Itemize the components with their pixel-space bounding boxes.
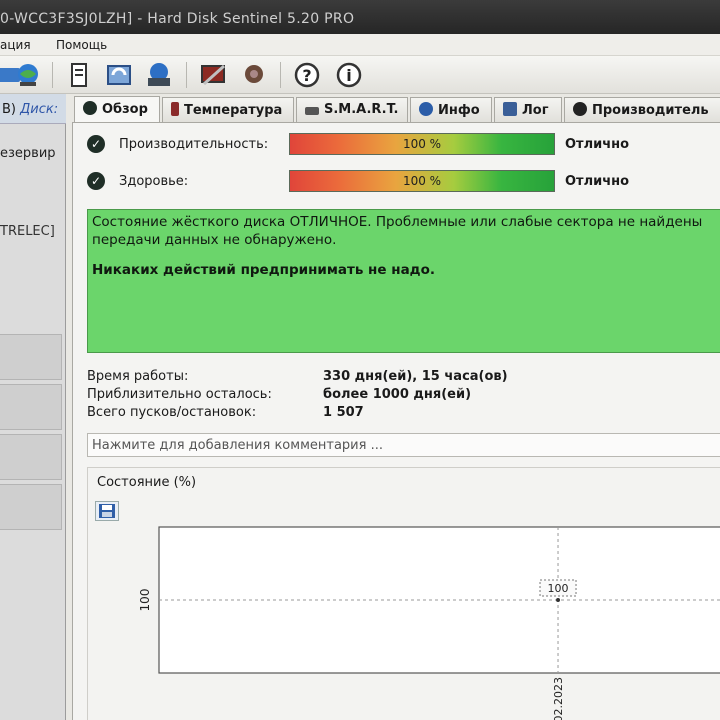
- help-icon[interactable]: ?: [292, 60, 322, 90]
- tab-performance-label: Производитель: [592, 103, 709, 118]
- health-bar: 100 %: [289, 170, 555, 192]
- uptime-label: Время работы:: [87, 369, 189, 384]
- comment-input[interactable]: Нажмите для добавления комментария ...: [87, 433, 720, 457]
- tab-bar: Обзор Температура S.M.A.R.T. Инфо Лог Пр…: [72, 96, 720, 123]
- globe-icon[interactable]: [14, 60, 44, 90]
- disk-list-item[interactable]: [0, 384, 62, 430]
- report-icon[interactable]: [64, 60, 94, 90]
- tab-smart[interactable]: S.M.A.R.T.: [296, 97, 408, 122]
- disk-list-prefix: B): [2, 102, 16, 117]
- disk-list-panel: B) Диск: езервир TRELEC]: [0, 94, 66, 720]
- chart-x-tick-label: 02.2023: [552, 677, 565, 720]
- disk-list-item[interactable]: [0, 484, 62, 530]
- health-label: Здоровье:: [119, 174, 189, 189]
- tab-performance[interactable]: Производитель: [564, 97, 720, 122]
- refresh-icon[interactable]: [104, 60, 134, 90]
- window-title-bar: 0-WCC3F3SJ0LZH] - Hard Disk Sentinel 5.2…: [0, 0, 720, 34]
- tab-temperature[interactable]: Температура: [162, 97, 294, 122]
- status-message-box: Состояние жёсткого диска ОТЛИЧНОЕ. Пробл…: [87, 209, 720, 353]
- health-check-icon: ✓: [87, 172, 105, 190]
- disk-model-label: TRELEC]: [0, 224, 55, 239]
- menu-item-help[interactable]: Помощь: [56, 38, 107, 52]
- uptime-value: 330 дня(ей), 15 часа(ов): [323, 369, 508, 384]
- disk-list-header[interactable]: B) Диск:: [0, 94, 66, 124]
- tab-log-label: Лог: [522, 103, 549, 118]
- toolbar: ? i: [0, 56, 720, 94]
- info-icon: [419, 102, 433, 116]
- tab-log[interactable]: Лог: [494, 97, 562, 122]
- thermometer-icon: [171, 102, 179, 116]
- comment-placeholder: Нажмите для добавления комментария ...: [92, 438, 383, 453]
- menu-bar: ация Помощь: [0, 34, 720, 56]
- performance-check-icon: ✓: [87, 135, 105, 153]
- menu-item-config[interactable]: ация: [0, 38, 31, 52]
- network-icon[interactable]: [144, 60, 174, 90]
- tab-overview-label: Обзор: [102, 102, 148, 117]
- toolbar-separator: [186, 62, 187, 88]
- status-chart: 100 02.2023 100: [138, 526, 720, 720]
- disk-list-item[interactable]: [0, 434, 62, 480]
- tab-smart-label: S.M.A.R.T.: [324, 102, 399, 117]
- health-verdict: Отлично: [565, 174, 630, 189]
- disk-list-disk-label: Диск:: [20, 102, 59, 117]
- info-icon[interactable]: i: [334, 60, 364, 90]
- disk-list-item[interactable]: [0, 334, 62, 380]
- tab-info-label: Инфо: [438, 103, 480, 118]
- disk-reserve-label: езервир: [0, 146, 56, 161]
- toolbar-separator: [280, 62, 281, 88]
- toolbar-separator: [52, 62, 53, 88]
- chip-icon: [305, 107, 319, 115]
- overview-panel: ✓ Производительность: 100 % Отлично ✓ Зд…: [72, 122, 720, 720]
- tab-info[interactable]: Инфо: [410, 97, 492, 122]
- status-text-line-2: передачи данных не обнаружено.: [92, 232, 337, 248]
- remaining-label: Приблизительно осталось:: [87, 387, 272, 402]
- save-chart-button[interactable]: [95, 501, 119, 521]
- chart-data-label: 100: [548, 582, 569, 595]
- save-icon: [99, 504, 115, 518]
- status-action-text: Никаких действий предпринимать не надо.: [92, 262, 435, 278]
- remaining-value: более 1000 дня(ей): [323, 387, 472, 402]
- tab-overview[interactable]: Обзор: [74, 96, 160, 123]
- chart-title: Состояние (%): [97, 475, 197, 490]
- status-text-line-1: Состояние жёсткого диска ОТЛИЧНОЕ. Пробл…: [92, 214, 703, 230]
- starts-value: 1 507: [323, 405, 364, 420]
- check-icon: [83, 101, 97, 115]
- sound-icon[interactable]: [240, 60, 270, 90]
- performance-icon: [573, 102, 587, 116]
- health-bar-text: 100 %: [402, 174, 442, 188]
- chart-data-point: [556, 598, 561, 602]
- test-icon[interactable]: [198, 60, 228, 90]
- performance-bar: 100 %: [289, 133, 555, 155]
- tab-temperature-label: Температура: [184, 103, 283, 118]
- performance-bar-text: 100 %: [402, 137, 442, 151]
- starts-label: Всего пусков/остановок:: [87, 405, 257, 420]
- chart-y-tick-label: 100: [138, 589, 152, 612]
- performance-verdict: Отлично: [565, 137, 630, 152]
- svg-text:?: ?: [302, 66, 311, 85]
- log-icon: [503, 102, 517, 116]
- svg-text:i: i: [346, 66, 351, 85]
- window-title: 0-WCC3F3SJ0LZH] - Hard Disk Sentinel 5.2…: [0, 11, 355, 27]
- performance-label: Производительность:: [119, 137, 269, 152]
